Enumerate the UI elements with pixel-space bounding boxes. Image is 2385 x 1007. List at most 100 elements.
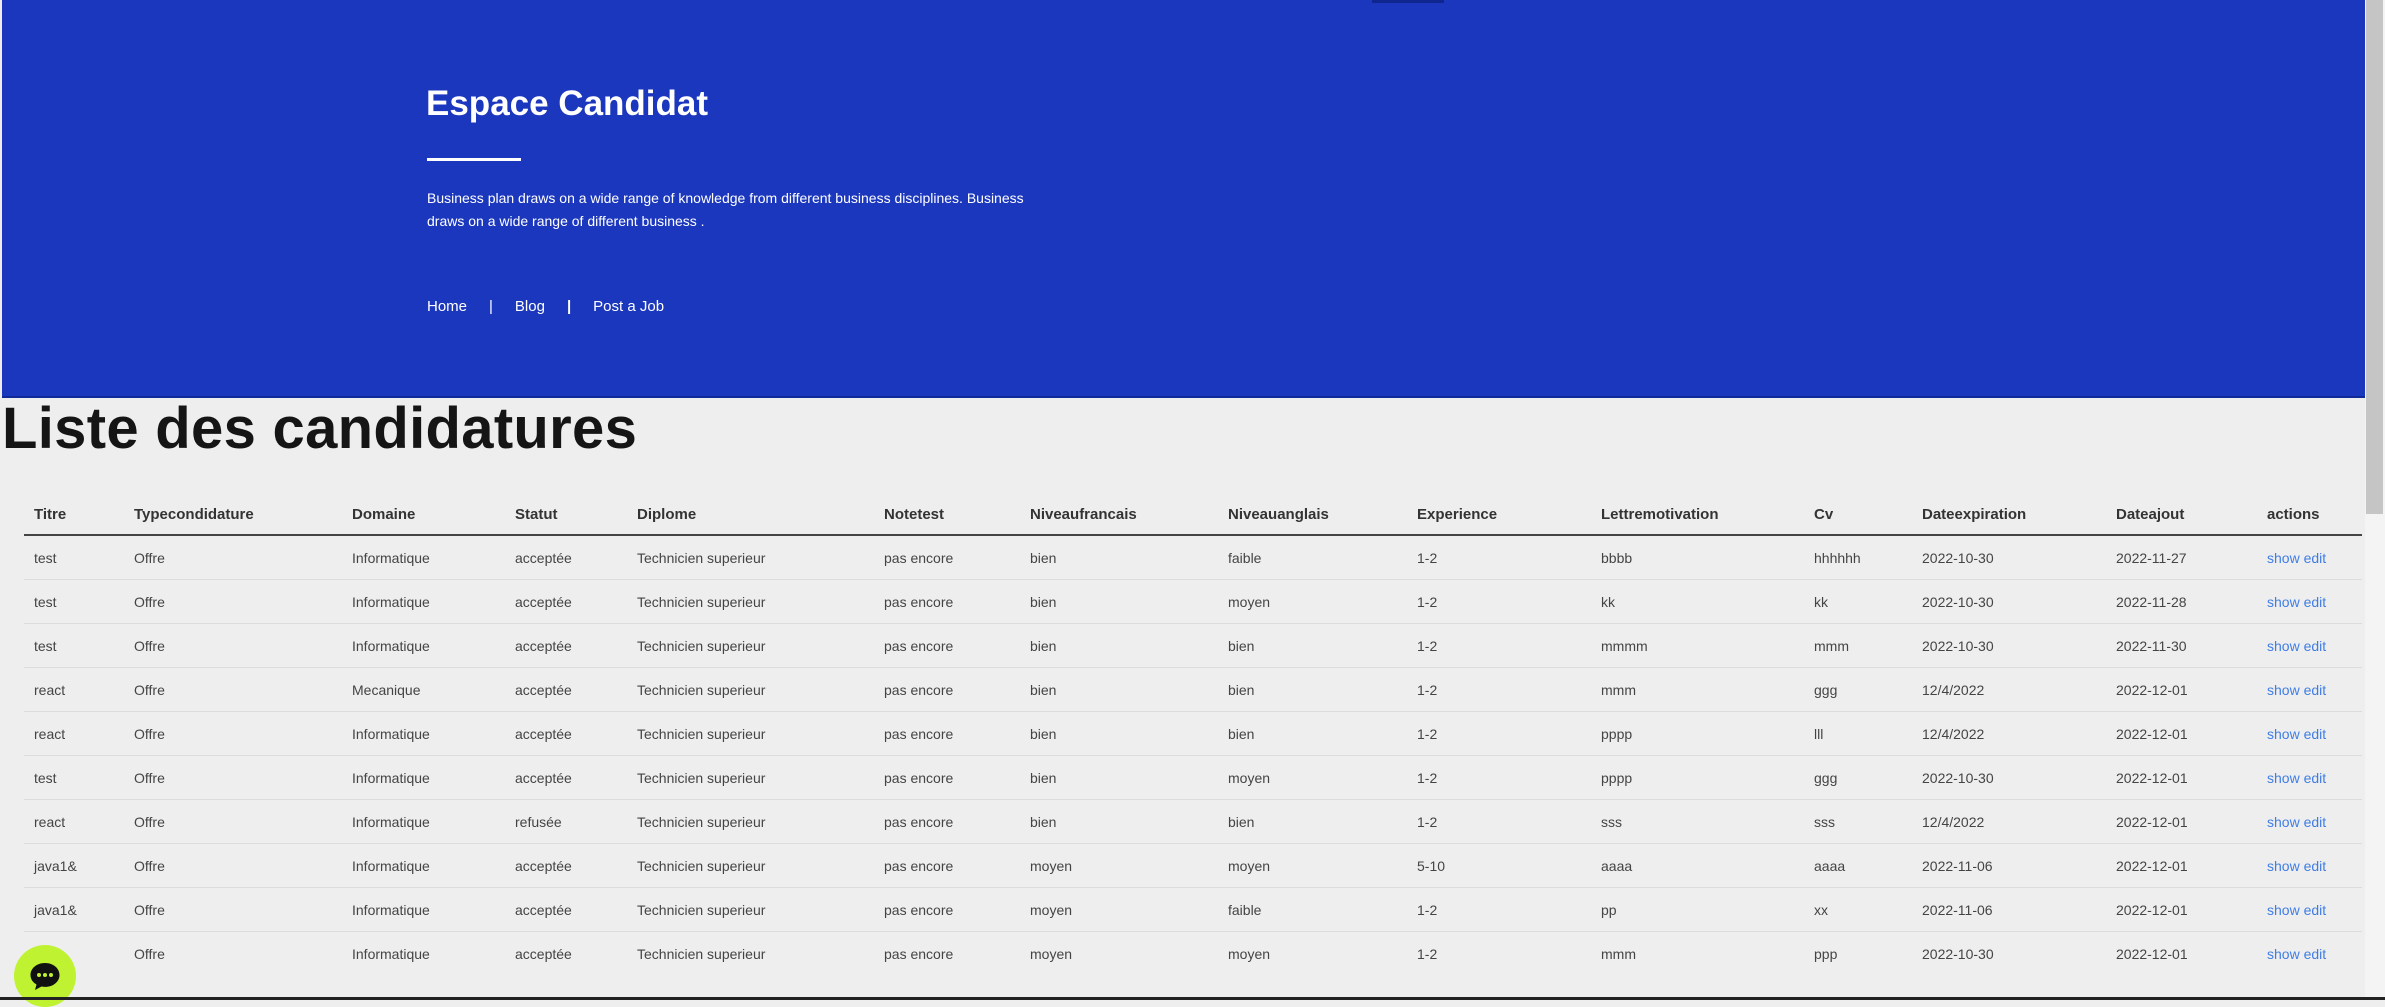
cell-diplome: Technicien superieur bbox=[627, 931, 874, 975]
page-scrollbar-thumb[interactable] bbox=[2366, 0, 2383, 514]
column-header-titre: Titre bbox=[24, 494, 124, 536]
cell-experience: 1-2 bbox=[1407, 623, 1591, 668]
cell-niveauanglais: bien bbox=[1218, 799, 1407, 844]
edit-link[interactable]: edit bbox=[2304, 682, 2327, 698]
show-link[interactable]: show bbox=[2267, 858, 2300, 874]
cell-experience: 5-10 bbox=[1407, 843, 1591, 888]
cell-notetest: pas encore bbox=[874, 799, 1020, 844]
cell-titre: java1& bbox=[24, 843, 124, 888]
cell-niveaufrancais: bien bbox=[1020, 667, 1218, 712]
cell-diplome: Technicien superieur bbox=[627, 579, 874, 624]
cell-cv: mmm bbox=[1804, 623, 1912, 668]
edit-link[interactable]: edit bbox=[2304, 594, 2327, 610]
nav-post-job-link[interactable]: Post a Job bbox=[593, 298, 664, 315]
cell-cv: kk bbox=[1804, 579, 1912, 624]
cell-niveaufrancais: bien bbox=[1020, 579, 1218, 624]
cell-cv: xx bbox=[1804, 887, 1912, 932]
table-row: test Offre Informatique acceptée Technicien … bbox=[24, 623, 2362, 668]
show-link[interactable]: show bbox=[2267, 814, 2300, 830]
cell-dateajout: 2022-12-01 bbox=[2106, 755, 2257, 800]
show-link[interactable]: show bbox=[2267, 902, 2300, 918]
table-row: java1& Offre Informatique acceptée Technicie… bbox=[24, 887, 2362, 932]
cell-niveauanglais: moyen bbox=[1218, 579, 1407, 624]
cell-typecondidature: Offre bbox=[124, 623, 342, 668]
edit-link[interactable]: edit bbox=[2304, 946, 2327, 962]
edit-link[interactable]: edit bbox=[2304, 726, 2327, 742]
nav-blog-link[interactable]: Blog bbox=[515, 298, 545, 315]
cell-domaine: Informatique bbox=[342, 931, 505, 975]
show-link[interactable]: show bbox=[2267, 594, 2300, 610]
cell-titre: react bbox=[24, 667, 124, 712]
cell-diplome: Technicien superieur bbox=[627, 799, 874, 844]
cell-dateexpiration: 12/4/2022 bbox=[1912, 667, 2106, 712]
hero-title: Espace Candidat bbox=[426, 84, 709, 123]
cell-diplome: Technicien superieur bbox=[627, 887, 874, 932]
cell-niveauanglais: moyen bbox=[1218, 931, 1407, 975]
cell-statut: acceptée bbox=[505, 755, 627, 800]
cell-statut: acceptée bbox=[505, 887, 627, 932]
show-link[interactable]: show bbox=[2267, 726, 2300, 742]
show-link[interactable]: show bbox=[2267, 682, 2300, 698]
show-link[interactable]: show bbox=[2267, 550, 2300, 566]
column-header-cv: Cv bbox=[1804, 494, 1912, 536]
cell-dateajout: 2022-11-30 bbox=[2106, 623, 2257, 668]
show-link[interactable]: show bbox=[2267, 770, 2300, 786]
cell-dateajout: 2022-12-01 bbox=[2106, 931, 2257, 975]
table-row: test Offre Informatique acceptée Technicien … bbox=[24, 579, 2362, 624]
column-header-domaine: Domaine bbox=[342, 494, 505, 536]
candidatures-table: Titre Typecondidature Domaine Statut Dip… bbox=[24, 494, 2362, 975]
cell-dateajout: 2022-12-01 bbox=[2106, 799, 2257, 844]
cell-notetest: pas encore bbox=[874, 755, 1020, 800]
cell-dateexpiration: 12/4/2022 bbox=[1912, 799, 2106, 844]
cell-statut: acceptée bbox=[505, 931, 627, 975]
edit-link[interactable]: edit bbox=[2304, 858, 2327, 874]
edit-link[interactable]: edit bbox=[2304, 814, 2327, 830]
table-row: react Offre Informatique refusée Technicien … bbox=[24, 799, 2362, 844]
show-link[interactable]: show bbox=[2267, 638, 2300, 654]
table-body: test Offre Informatique acceptée Technicien … bbox=[24, 534, 2362, 975]
cell-titre: react bbox=[24, 711, 124, 756]
nav-home-link[interactable]: Home bbox=[427, 298, 467, 315]
table-row: test Offre Informatique acceptée Technicien … bbox=[24, 755, 2362, 800]
cell-typecondidature: Offre bbox=[124, 711, 342, 756]
cell-experience: 1-2 bbox=[1407, 887, 1591, 932]
cell-niveauanglais: faible bbox=[1218, 534, 1407, 580]
cell-domaine: Informatique bbox=[342, 843, 505, 888]
edit-link[interactable]: edit bbox=[2304, 770, 2327, 786]
cell-domaine: Informatique bbox=[342, 711, 505, 756]
cell-statut: refusée bbox=[505, 799, 627, 844]
cell-niveauanglais: moyen bbox=[1218, 755, 1407, 800]
cell-actions: show edit bbox=[2257, 799, 2362, 844]
cell-domaine: Informatique bbox=[342, 623, 505, 668]
cell-cv: ggg bbox=[1804, 755, 1912, 800]
table-header-row: Titre Typecondidature Domaine Statut Dip… bbox=[24, 494, 2362, 536]
cell-titre: react bbox=[24, 799, 124, 844]
cell-notetest: pas encore bbox=[874, 579, 1020, 624]
column-header-niveaufrancais: Niveaufrancais bbox=[1020, 494, 1218, 536]
cell-notetest: pas encore bbox=[874, 931, 1020, 975]
cell-typecondidature: Offre bbox=[124, 534, 342, 580]
cell-dateexpiration: 2022-10-30 bbox=[1912, 755, 2106, 800]
cell-niveaufrancais: bien bbox=[1020, 623, 1218, 668]
column-header-experience: Experience bbox=[1407, 494, 1591, 536]
cell-domaine: Informatique bbox=[342, 534, 505, 580]
column-header-statut: Statut bbox=[505, 494, 627, 536]
cell-niveaufrancais: moyen bbox=[1020, 843, 1218, 888]
cell-dateexpiration: 2022-10-30 bbox=[1912, 534, 2106, 580]
cell-notetest: pas encore bbox=[874, 667, 1020, 712]
edit-link[interactable]: edit bbox=[2304, 902, 2327, 918]
cell-niveaufrancais: moyen bbox=[1020, 887, 1218, 932]
show-link[interactable]: show bbox=[2267, 946, 2300, 962]
cell-niveaufrancais: bien bbox=[1020, 711, 1218, 756]
edit-link[interactable]: edit bbox=[2304, 638, 2327, 654]
edit-link[interactable]: edit bbox=[2304, 550, 2327, 566]
cell-statut: acceptée bbox=[505, 534, 627, 580]
table-row: react Offre Informatique acceptée Technicien… bbox=[24, 711, 2362, 756]
cell-typecondidature: Offre bbox=[124, 843, 342, 888]
cell-dateajout: 2022-11-28 bbox=[2106, 579, 2257, 624]
nav-separator: | bbox=[489, 297, 493, 315]
cell-diplome: Technicien superieur bbox=[627, 711, 874, 756]
nav-separator: | bbox=[566, 297, 572, 315]
cell-dateexpiration: 2022-11-06 bbox=[1912, 843, 2106, 888]
column-header-actions: actions bbox=[2257, 494, 2362, 536]
